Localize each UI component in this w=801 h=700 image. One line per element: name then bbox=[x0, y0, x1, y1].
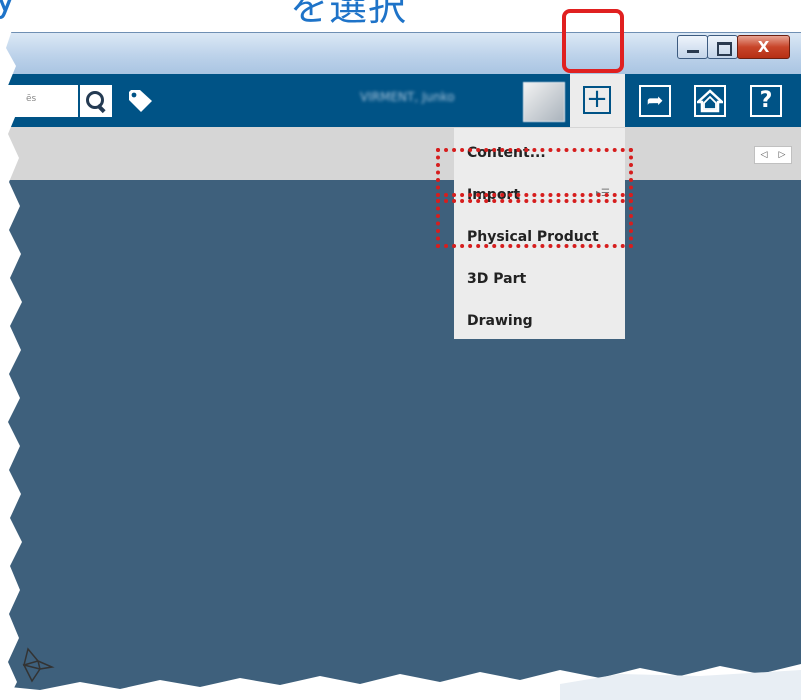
compass-logo-icon bbox=[22, 647, 55, 683]
search-button[interactable] bbox=[80, 85, 112, 117]
highlight-dotted-physical-product bbox=[436, 199, 633, 248]
menu-item-drawing[interactable]: Drawing bbox=[467, 311, 533, 331]
share-button[interactable]: ➦ bbox=[639, 85, 671, 117]
share-arrow-icon: ➦ bbox=[646, 88, 664, 112]
torn-edge-left bbox=[0, 30, 22, 700]
top-toolbar: ēs VIRMENT, Junko + ➦ ? bbox=[0, 74, 801, 127]
torn-edge-bottom bbox=[0, 664, 801, 700]
plus-icon: + bbox=[583, 86, 611, 114]
help-button[interactable]: ? bbox=[750, 85, 782, 117]
window-controls: X bbox=[677, 35, 790, 61]
minimize-button[interactable] bbox=[677, 35, 708, 59]
maximize-button[interactable] bbox=[707, 35, 738, 59]
close-button[interactable]: X bbox=[737, 35, 790, 59]
user-name: VIRMENT, Junko bbox=[360, 90, 455, 104]
scroll-right-icon[interactable]: ▷ bbox=[779, 150, 786, 160]
heading-right-text: を選択 bbox=[290, 0, 408, 29]
app-window: X ēs VIRMENT, Junko + ➦ ? ◁ ▷ bbox=[0, 32, 801, 700]
secondary-bar: ◁ ▷ bbox=[0, 127, 801, 180]
avatar[interactable] bbox=[523, 82, 565, 122]
tag-icon[interactable] bbox=[128, 89, 154, 113]
home-button[interactable] bbox=[694, 85, 726, 117]
heading-left-text: y bbox=[0, 0, 17, 20]
window-titlebar: X bbox=[0, 32, 801, 75]
scroll-arrows[interactable]: ◁ ▷ bbox=[754, 146, 792, 164]
scroll-left-icon[interactable]: ◁ bbox=[761, 150, 768, 160]
tutorial-heading: y を選択 bbox=[0, 0, 801, 29]
menu-item-3d-part[interactable]: 3D Part bbox=[467, 269, 526, 289]
workspace-area bbox=[0, 180, 801, 700]
highlight-dotted-content bbox=[436, 148, 633, 197]
home-icon bbox=[694, 89, 726, 113]
add-content-button[interactable]: + bbox=[570, 74, 625, 127]
highlight-box-window-corner bbox=[562, 9, 624, 73]
